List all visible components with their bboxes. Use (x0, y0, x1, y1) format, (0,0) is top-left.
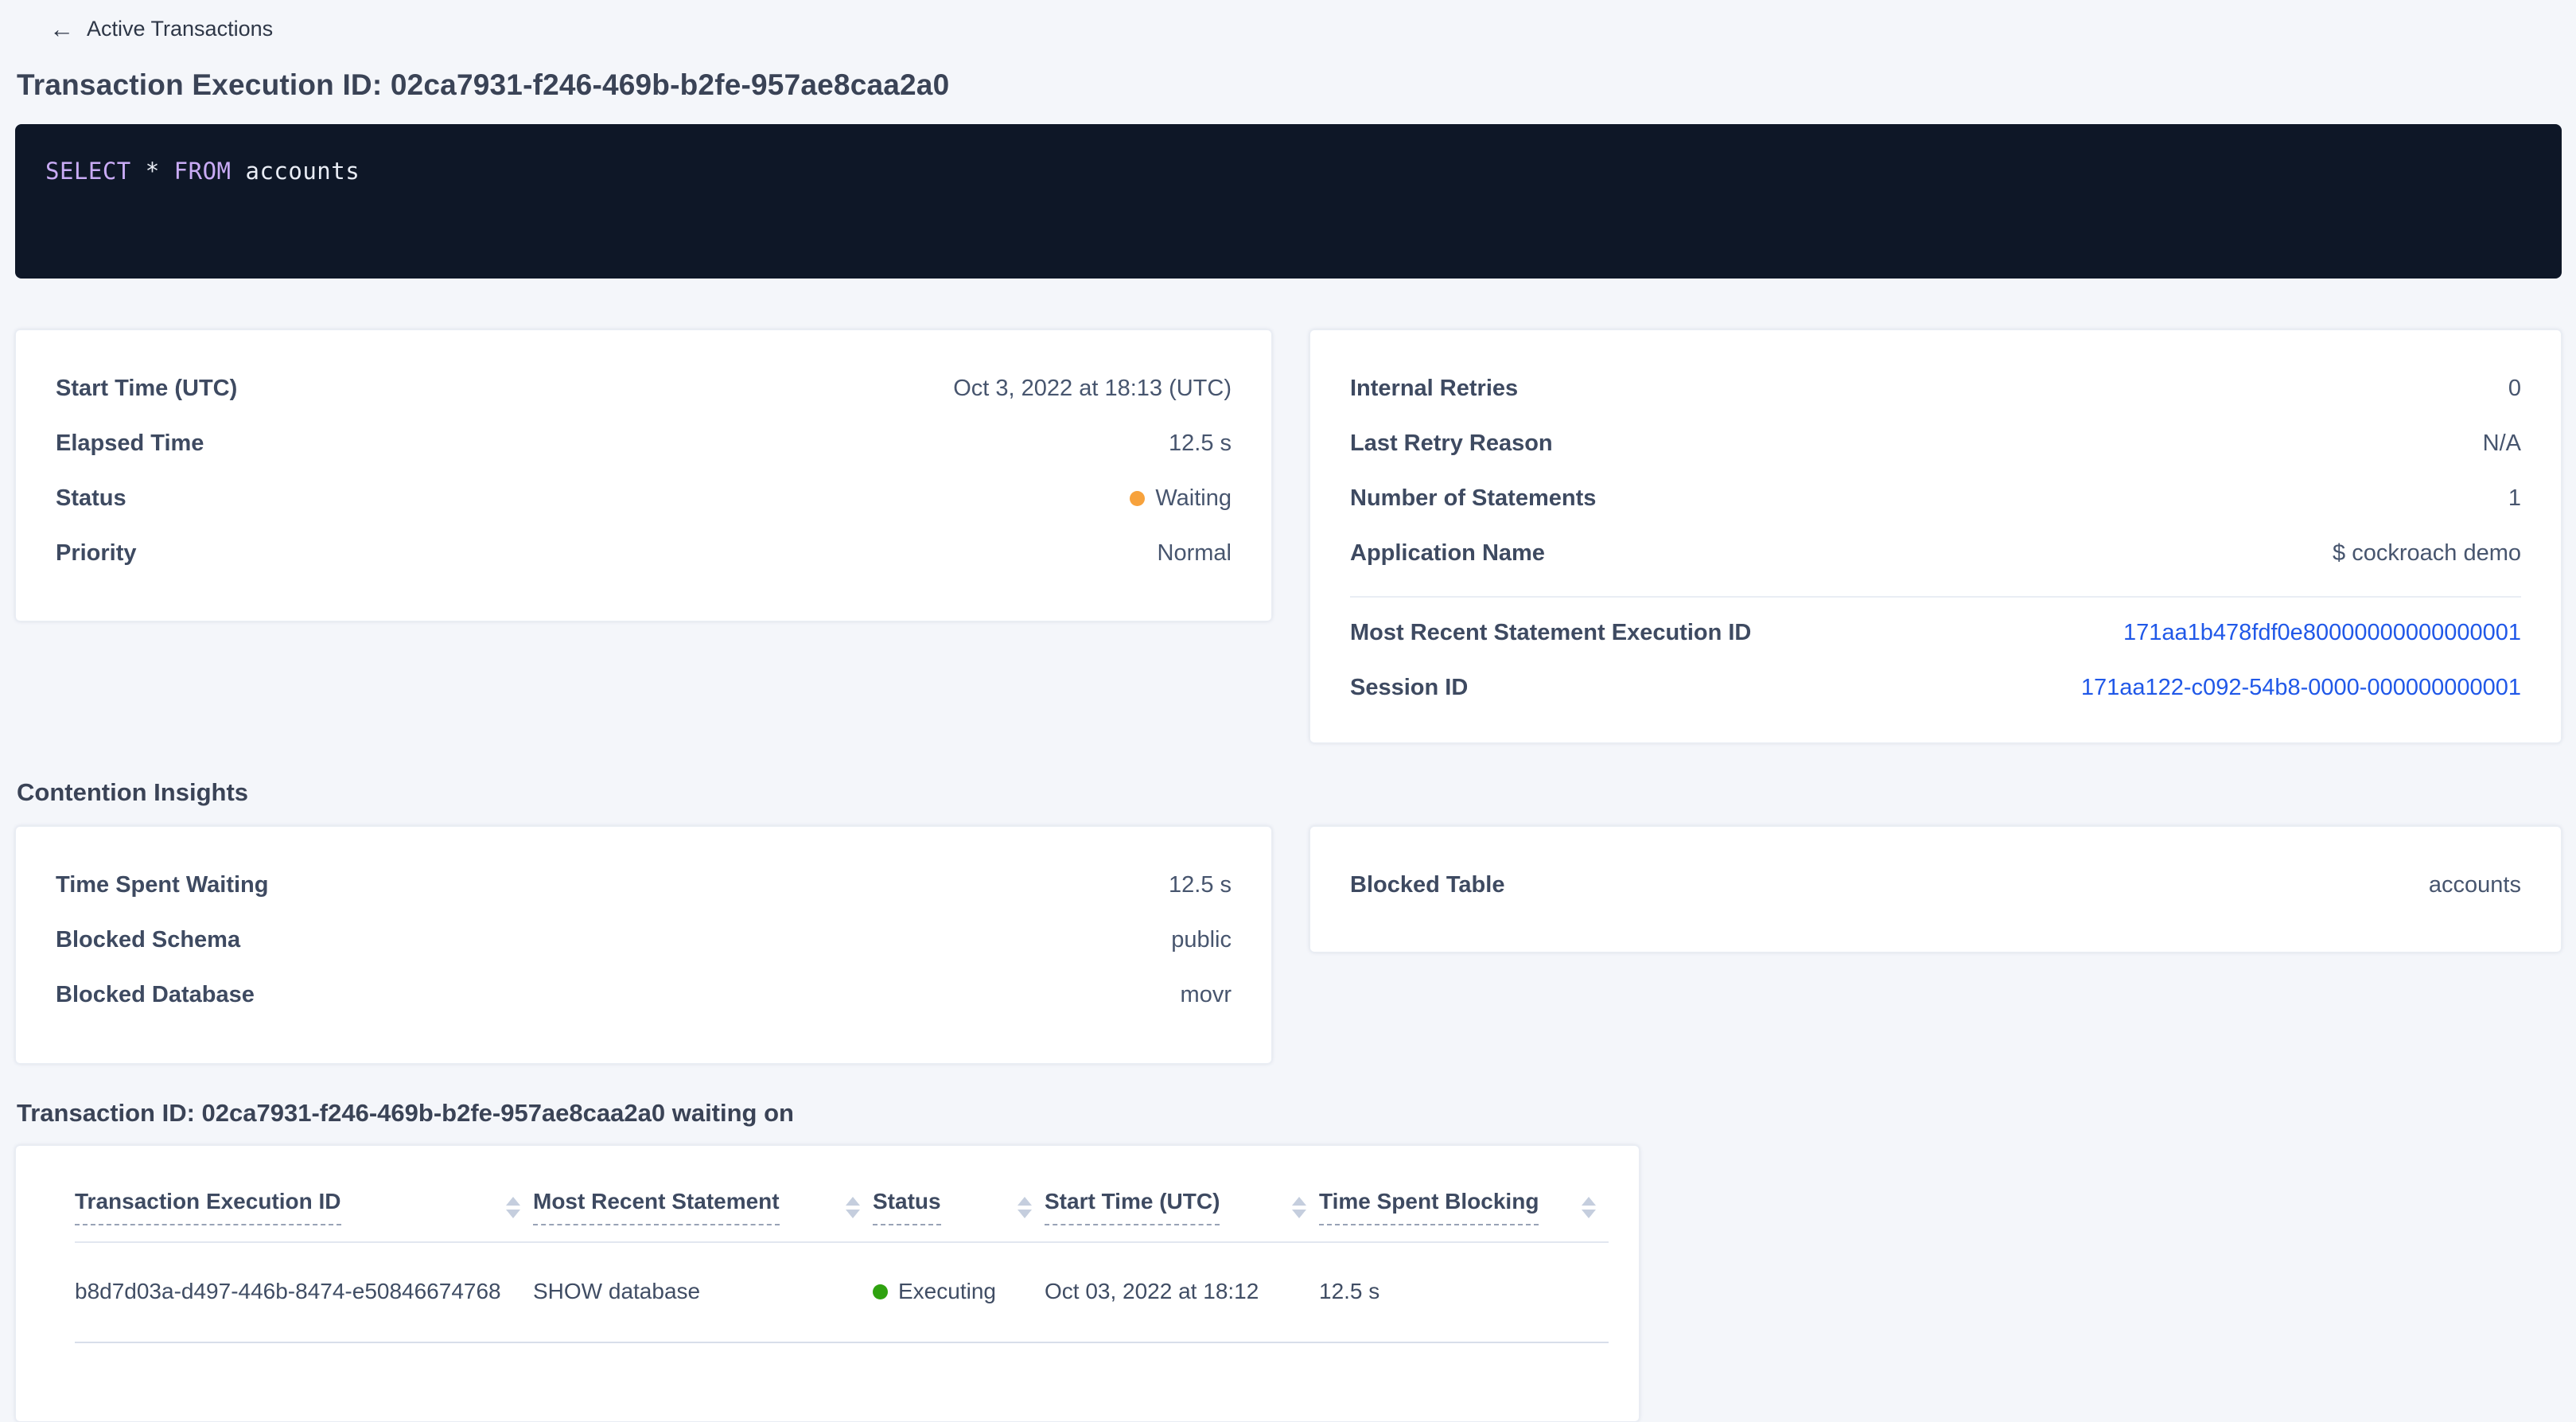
sql-keyword-from: FROM (174, 158, 232, 185)
row-value: public (1171, 928, 1232, 952)
summary-card-right: Internal Retries 0 Last Retry Reason N/A… (1309, 329, 2562, 743)
summary-card-left: Start Time (UTC) Oct 3, 2022 at 18:13 (U… (15, 329, 1272, 621)
row-label: Blocked Database (56, 983, 255, 1007)
session-id-link[interactable]: 171aa122-c092-54b8-0000-000000000001 (2081, 676, 2521, 699)
card-divider (1350, 596, 2521, 598)
row-label: Priority (56, 541, 137, 565)
row-label: Blocked Table (1350, 873, 1504, 897)
back-arrow-icon: ← (49, 17, 74, 41)
sort-icon[interactable] (1018, 1197, 1032, 1218)
summary-cards-row: Start Time (UTC) Oct 3, 2022 at 18:13 (U… (15, 329, 2562, 743)
contention-card-left: Time Spent Waiting 12.5 s Blocked Schema… (15, 826, 1272, 1064)
contention-insights-heading: Contention Insights (17, 778, 2562, 807)
status-executing-dot-icon (873, 1284, 888, 1299)
contention-card-right: Blocked Table accounts (1309, 826, 2562, 953)
status-waiting-dot-icon (1130, 491, 1145, 506)
summary-row-last-retry-reason: Last Retry Reason N/A (1350, 431, 2521, 455)
row-value: 1 (2508, 486, 2521, 510)
page: ← Active Transactions Transaction Execut… (0, 0, 2576, 1422)
sort-icon[interactable] (1292, 1197, 1306, 1218)
column-header-label: Status (873, 1189, 941, 1225)
contention-row-time-spent-waiting: Time Spent Waiting 12.5 s (56, 873, 1232, 897)
waiting-on-heading: Transaction ID: 02ca7931-f246-469b-b2fe-… (17, 1099, 2562, 1128)
column-header-start-time[interactable]: Start Time (UTC) (1045, 1146, 1319, 1242)
sort-icon[interactable] (1582, 1197, 1596, 1218)
table-row: b8d7d03a-d497-446b-8474-e50846674768 SHO… (75, 1242, 1609, 1342)
row-label: Internal Retries (1350, 376, 1518, 400)
summary-row-internal-retries: Internal Retries 0 (1350, 376, 2521, 400)
row-label: Last Retry Reason (1350, 431, 1553, 455)
sql-statement-box: SELECT * FROM accounts (15, 124, 2562, 279)
row-label: Session ID (1350, 676, 1468, 699)
status-badge: Waiting (1130, 486, 1232, 510)
cell-transaction-execution-id: b8d7d03a-d497-446b-8474-e50846674768 (75, 1242, 533, 1342)
summary-row-statement-execution-id: Most Recent Statement Execution ID 171aa… (1350, 621, 2521, 645)
row-label: Status (56, 486, 126, 510)
row-label: Start Time (UTC) (56, 376, 237, 400)
column-header-status[interactable]: Status (873, 1146, 1045, 1242)
cell-start-time: Oct 03, 2022 at 18:12 (1045, 1242, 1319, 1342)
summary-row-session-id: Session ID 171aa122-c092-54b8-0000-00000… (1350, 676, 2521, 699)
summary-row-number-of-statements: Number of Statements 1 (1350, 486, 2521, 510)
contention-row-blocked-database: Blocked Database movr (56, 983, 1232, 1007)
summary-row-application-name: Application Name $ cockroach demo (1350, 541, 2521, 565)
status-text: Waiting (1155, 485, 1232, 511)
sort-icon[interactable] (506, 1197, 520, 1218)
page-title: Transaction Execution ID: 02ca7931-f246-… (17, 68, 2562, 102)
sql-keyword-select: SELECT (45, 158, 131, 185)
back-link-active-transactions[interactable]: ← Active Transactions (49, 17, 273, 41)
table-header-row: Transaction Execution ID Most Recent Sta… (75, 1146, 1609, 1242)
contention-cards-row: Time Spent Waiting 12.5 s Blocked Schema… (15, 826, 2562, 1064)
cell-time-spent-blocking: 12.5 s (1319, 1242, 1609, 1342)
back-link-label: Active Transactions (87, 17, 273, 41)
back-row: ← Active Transactions (49, 13, 2562, 45)
column-header-most-recent-statement[interactable]: Most Recent Statement (533, 1146, 873, 1242)
row-value: Oct 3, 2022 at 18:13 (UTC) (953, 376, 1232, 400)
row-value: 12.5 s (1169, 873, 1232, 897)
waiting-on-table-card: Transaction Execution ID Most Recent Sta… (15, 1145, 1640, 1422)
status-text: Executing (898, 1279, 996, 1303)
sort-icon[interactable] (846, 1197, 860, 1218)
column-header-label: Time Spent Blocking (1319, 1189, 1539, 1225)
row-value: movr (1181, 983, 1232, 1007)
statement-execution-id-link[interactable]: 171aa1b478fdf0e80000000000000001 (2123, 621, 2521, 645)
sql-statement: SELECT * FROM accounts (45, 158, 360, 185)
column-header-label: Transaction Execution ID (75, 1189, 341, 1225)
row-label: Blocked Schema (56, 928, 240, 952)
summary-row-status: Status Waiting (56, 486, 1232, 510)
row-value: accounts (2429, 873, 2521, 897)
row-value: $ cockroach demo (2333, 541, 2521, 565)
contention-row-blocked-table: Blocked Table accounts (1350, 873, 2521, 897)
row-value: N/A (2483, 431, 2521, 455)
sql-table-name: accounts (245, 158, 360, 185)
column-header-label: Most Recent Statement (533, 1189, 780, 1225)
summary-row-priority: Priority Normal (56, 541, 1232, 565)
cell-most-recent-statement: SHOW database (533, 1242, 873, 1342)
column-header-transaction-execution-id[interactable]: Transaction Execution ID (75, 1146, 533, 1242)
row-label: Number of Statements (1350, 486, 1596, 510)
sql-star: * (146, 158, 160, 185)
summary-row-start-time: Start Time (UTC) Oct 3, 2022 at 18:13 (U… (56, 376, 1232, 400)
cell-status: Executing (873, 1242, 1045, 1342)
waiting-on-table: Transaction Execution ID Most Recent Sta… (75, 1146, 1609, 1343)
row-label: Application Name (1350, 541, 1545, 565)
row-value: Normal (1158, 541, 1232, 565)
row-label: Most Recent Statement Execution ID (1350, 621, 1751, 645)
row-value: 12.5 s (1169, 431, 1232, 455)
row-label: Elapsed Time (56, 431, 204, 455)
row-value: 0 (2508, 376, 2521, 400)
contention-row-blocked-schema: Blocked Schema public (56, 928, 1232, 952)
column-header-time-spent-blocking[interactable]: Time Spent Blocking (1319, 1146, 1609, 1242)
column-header-label: Start Time (UTC) (1045, 1189, 1220, 1225)
row-label: Time Spent Waiting (56, 873, 268, 897)
summary-row-elapsed-time: Elapsed Time 12.5 s (56, 431, 1232, 455)
